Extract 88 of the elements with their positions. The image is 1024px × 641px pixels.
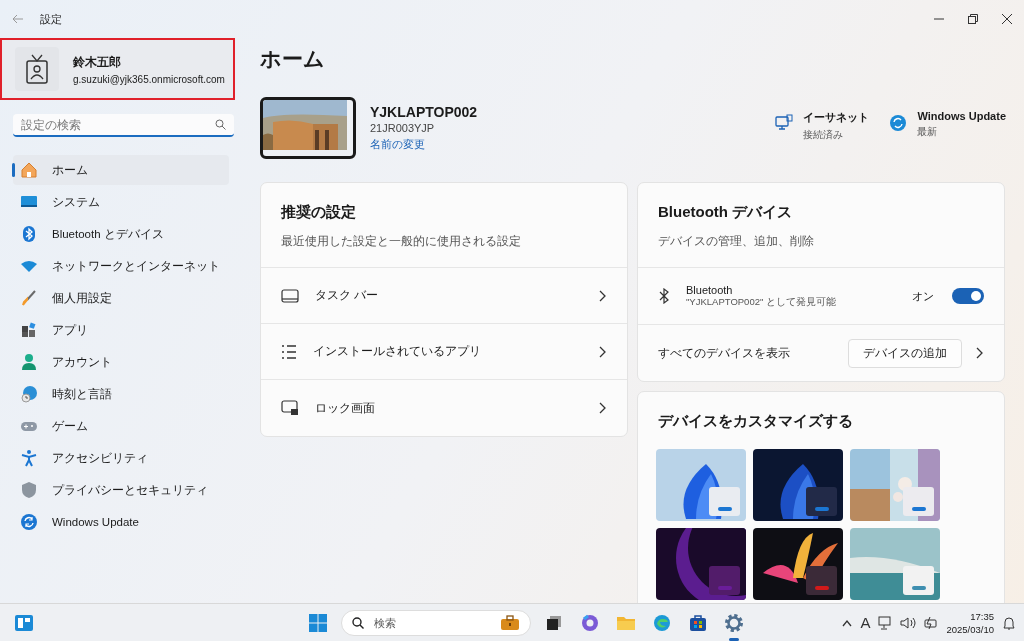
network-icon xyxy=(878,615,893,630)
page-title: ホーム xyxy=(260,46,326,72)
start-icon xyxy=(309,613,327,632)
nav-item[interactable]: プライバシーとセキュリティ xyxy=(13,475,229,505)
card-title: デバイスをカスタマイズする xyxy=(657,411,854,431)
toggle-detail: "YJKLAPTOP002" として発見可能 xyxy=(686,295,837,309)
window-preview-icon xyxy=(709,487,740,516)
toggle-state-label: オン xyxy=(912,288,934,304)
lock-screen-icon xyxy=(281,400,299,416)
store-icon xyxy=(689,613,707,632)
window-preview-icon xyxy=(903,487,934,516)
toggle-switch[interactable] xyxy=(952,288,984,304)
card-title: Bluetooth デバイス xyxy=(658,203,794,222)
rename-link[interactable]: 名前の変更 xyxy=(370,137,425,152)
card-subtitle: 最近使用した設定と一般的に使用される設定 xyxy=(281,233,522,250)
shield-icon xyxy=(20,481,38,499)
device-model: 21JR003YJP xyxy=(370,122,436,134)
bluetooth-icon xyxy=(20,225,38,243)
accessibility-icon xyxy=(20,449,38,467)
user-name: 鈴木五郎 xyxy=(73,53,122,71)
caret-up-icon xyxy=(842,618,853,627)
back-arrow-icon xyxy=(12,14,24,24)
status-detail: 最新 xyxy=(917,126,939,139)
chevron-icon xyxy=(597,345,607,358)
notification-icon xyxy=(1002,615,1016,630)
status-title: Windows Update xyxy=(917,110,1006,122)
volume-icon xyxy=(900,616,917,629)
restore-icon xyxy=(968,14,978,24)
nav-item[interactable]: 時刻と言語 xyxy=(13,379,229,409)
window-preview-icon xyxy=(806,566,837,595)
settings-row[interactable]: ロック画面 xyxy=(261,380,627,436)
globe-clock-icon xyxy=(20,385,38,403)
search-icon xyxy=(215,119,226,130)
apps-icon xyxy=(20,321,38,339)
account-card[interactable]: 鈴木五郎 g.suzuki@yjk365.onmicrosoft.com xyxy=(0,38,235,100)
browser-icon xyxy=(653,613,671,632)
briefcase-icon xyxy=(500,614,520,631)
task-view-icon xyxy=(546,614,562,631)
bluetooth-icon xyxy=(658,288,670,304)
device-name: YJKLAPTOP002 xyxy=(370,104,478,120)
chevron-icon xyxy=(974,347,984,359)
update-icon xyxy=(889,114,908,132)
toggle-label: Bluetooth xyxy=(686,283,734,296)
add-device-button[interactable]: デバイスの追加 xyxy=(848,338,962,368)
update-icon xyxy=(20,513,38,531)
search-field[interactable]: 設定の検索 xyxy=(13,114,234,137)
folder-icon xyxy=(616,614,636,631)
id-badge-icon xyxy=(26,54,48,84)
nav-item[interactable]: アカウント xyxy=(13,347,229,377)
card-title: 推奨の設定 xyxy=(281,203,357,222)
settings-row[interactable]: インストールされているアプリ xyxy=(261,324,627,380)
window-title: 設定 xyxy=(40,11,62,27)
nav-item[interactable]: アプリ xyxy=(13,315,229,345)
brush-icon xyxy=(20,289,38,307)
taskbar-search-input[interactable]: 検索 xyxy=(372,615,492,630)
search-icon xyxy=(352,616,364,629)
nav-item[interactable]: ネットワークとインターネット xyxy=(13,251,229,281)
nav-item[interactable]: Bluetooth とデバイス xyxy=(13,219,229,249)
chevron-icon xyxy=(597,289,607,302)
card-subtitle: デバイスの管理、追加、削除 xyxy=(658,233,815,250)
chevron-icon xyxy=(597,402,607,414)
close-icon xyxy=(1002,14,1012,24)
nav-item[interactable]: システム xyxy=(13,187,229,217)
gear-icon xyxy=(724,612,744,633)
window-preview-icon xyxy=(709,566,740,595)
home-icon xyxy=(20,161,38,179)
window-preview-icon xyxy=(903,566,934,595)
nav-item[interactable]: アクセシビリティ xyxy=(13,443,229,473)
view-all-devices-label: すべてのデバイスを表示 xyxy=(658,344,791,362)
widgets-icon xyxy=(14,613,34,632)
ime-indicator[interactable]: A xyxy=(860,614,871,631)
user-email: g.suzuki@yjk365.onmicrosoft.com xyxy=(73,73,225,85)
status-title: イーサネット xyxy=(803,110,870,125)
list-icon xyxy=(281,343,297,360)
nav-item[interactable]: ゲーム xyxy=(13,411,229,441)
taskbar-icon xyxy=(281,288,299,303)
settings-row[interactable]: タスク バー xyxy=(261,268,627,324)
clock-date: 2025/03/10 xyxy=(946,622,994,636)
ethernet-icon xyxy=(775,114,794,132)
search-input[interactable]: 設定の検索 xyxy=(21,117,215,132)
nav-item[interactable]: ホーム xyxy=(13,155,229,185)
status-detail: 接続済み xyxy=(803,129,845,142)
person-icon xyxy=(20,353,38,371)
window-preview-icon xyxy=(806,487,837,516)
nav-item[interactable]: Windows Update xyxy=(13,507,229,537)
nav-item[interactable]: 個人用設定 xyxy=(13,283,229,313)
clock-time: 17:35 xyxy=(969,609,994,623)
taskbar-search-field[interactable]: 検索 xyxy=(341,609,531,636)
